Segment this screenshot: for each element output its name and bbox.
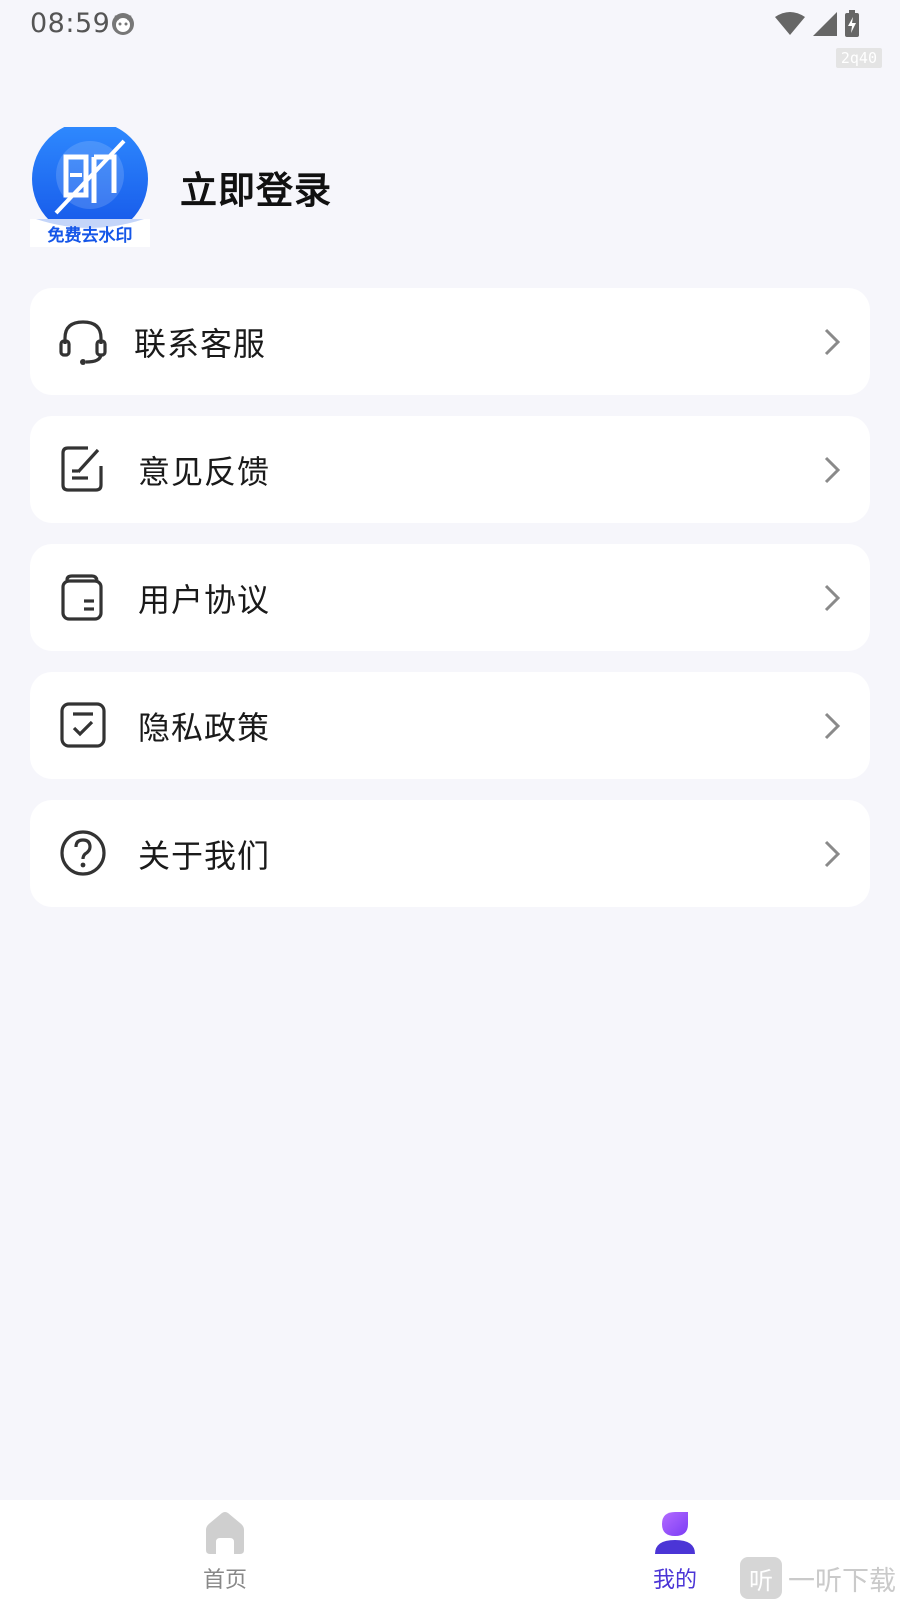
tab-mine-label: 我的 — [652, 1568, 697, 1593]
watermark-text: 一听下载 — [788, 1565, 896, 1597]
chevron-right-icon — [824, 584, 841, 612]
site-watermark: 听 一听下载 — [740, 1556, 896, 1600]
menu-item-label: 关于我们 — [138, 836, 271, 875]
menu-item-user-agreement[interactable]: 用户协议 — [30, 544, 870, 651]
avatar-caption: 免费去水印 — [47, 226, 133, 246]
help-circle-icon — [60, 830, 106, 876]
menu-item-about-us[interactable]: 关于我们 — [30, 800, 870, 907]
profile-header[interactable]: 免费去水印 立即登录 — [30, 121, 332, 247]
watermark-logo-icon: 听 — [740, 1557, 782, 1599]
checklist-icon — [60, 702, 106, 748]
menu-item-label: 隐私政策 — [138, 708, 271, 747]
tab-home-label: 首页 — [202, 1568, 247, 1593]
home-icon — [206, 1512, 244, 1554]
menu-item-label: 意见反馈 — [138, 452, 271, 491]
cellular-signal-icon — [813, 12, 837, 36]
tab-home[interactable]: 首页 — [165, 1510, 285, 1600]
chevron-right-icon — [824, 712, 841, 740]
battery-charging-icon — [845, 10, 859, 37]
status-time: 08:59 — [30, 8, 111, 39]
edit-note-icon — [61, 446, 103, 492]
cat-notification-icon — [112, 13, 134, 35]
status-indicators — [774, 8, 860, 40]
wifi-icon — [775, 12, 805, 35]
menu-item-contact-support[interactable]: 联系客服 — [30, 288, 870, 395]
menu-item-privacy-policy[interactable]: 隐私政策 — [30, 672, 870, 779]
status-bar: 08:59 — [0, 0, 900, 48]
login-button[interactable]: 立即登录 — [180, 160, 332, 214]
app-logo-avatar[interactable]: 免费去水印 — [30, 121, 150, 247]
tab-mine[interactable]: 我的 — [615, 1510, 735, 1600]
menu-item-label: 联系客服 — [134, 324, 267, 363]
chevron-right-icon — [824, 456, 841, 484]
chevron-right-icon — [824, 840, 841, 868]
debug-badge: 2q40 — [835, 48, 882, 68]
document-icon — [61, 574, 103, 621]
menu-item-feedback[interactable]: 意见反馈 — [30, 416, 870, 523]
chevron-right-icon — [824, 328, 841, 356]
settings-menu: 联系客服 意见反馈 用户协议 隐私政策 关于我们 — [30, 288, 870, 928]
menu-item-label: 用户协议 — [138, 580, 271, 619]
user-profile-icon — [655, 1512, 695, 1554]
headset-icon — [59, 320, 107, 365]
